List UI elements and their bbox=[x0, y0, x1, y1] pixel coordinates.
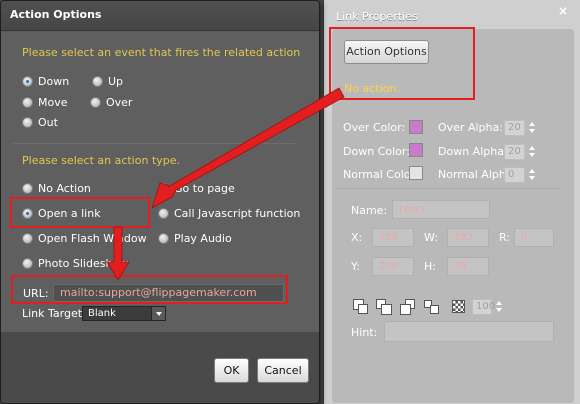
link-target-label: Link Target: bbox=[22, 307, 86, 320]
radio-label: Out bbox=[38, 116, 58, 129]
transparency-input[interactable]: 100 bbox=[472, 299, 495, 315]
action-options-button[interactable]: Action Options bbox=[344, 40, 429, 64]
w-label: W: bbox=[424, 231, 438, 244]
radio-icon bbox=[90, 97, 101, 108]
radio-label: No Action bbox=[38, 182, 91, 195]
radio-label: Down bbox=[38, 75, 70, 88]
radio-event-over[interactable]: Over bbox=[90, 96, 132, 109]
radio-label: Play Audio bbox=[174, 232, 232, 245]
hint-input[interactable] bbox=[384, 321, 554, 342]
normal-color-swatch[interactable] bbox=[409, 166, 423, 180]
chevron-down-icon[interactable] bbox=[151, 307, 165, 320]
radio-icon bbox=[158, 208, 169, 219]
radio-icon bbox=[158, 183, 169, 194]
normal-alpha-input[interactable]: 0 bbox=[504, 167, 525, 183]
cancel-button[interactable]: Cancel bbox=[257, 358, 309, 383]
transparency-icon bbox=[452, 300, 465, 313]
x-input[interactable]: 286 bbox=[372, 228, 414, 247]
link-properties-title: Link Properties bbox=[336, 10, 418, 23]
hint-label: Hint: bbox=[351, 326, 378, 339]
radio-event-out[interactable]: Out bbox=[22, 116, 58, 129]
radio-event-up[interactable]: Up bbox=[92, 75, 123, 88]
radio-label: Open Flash Window bbox=[38, 232, 147, 245]
dialog-title: Action Options bbox=[1, 1, 319, 31]
normal-alpha-stepper-icon[interactable] bbox=[529, 168, 536, 181]
radio-action-go-to-page[interactable]: Go to page bbox=[158, 182, 235, 195]
radio-action-play-audio[interactable]: Play Audio bbox=[158, 232, 232, 245]
radio-label: Move bbox=[38, 96, 68, 109]
name-label: Name: bbox=[351, 204, 388, 217]
bring-forward-icon[interactable] bbox=[400, 299, 415, 315]
down-alpha-input[interactable]: 20 bbox=[504, 144, 525, 160]
transparency-stepper-icon[interactable] bbox=[496, 300, 503, 313]
radio-icon bbox=[22, 233, 33, 244]
down-alpha-label: Down Alpha: bbox=[438, 145, 508, 158]
r-label: R: bbox=[499, 231, 511, 244]
radio-label: Call Javascript function bbox=[174, 207, 301, 220]
radio-event-move[interactable]: Move bbox=[22, 96, 68, 109]
action-status-text: No action. bbox=[344, 82, 400, 95]
h-label: H: bbox=[424, 260, 436, 273]
radio-action-no-action[interactable]: No Action bbox=[22, 182, 91, 195]
send-to-back-icon[interactable] bbox=[376, 299, 392, 315]
radio-action-open-link[interactable]: Open a link bbox=[22, 207, 101, 220]
down-alpha-stepper-icon[interactable] bbox=[529, 145, 536, 158]
properties-divider bbox=[335, 188, 559, 189]
radio-icon bbox=[22, 97, 33, 108]
down-color-label: Down Color: bbox=[343, 145, 410, 158]
over-alpha-stepper-icon[interactable] bbox=[529, 121, 536, 134]
h-input[interactable]: 38 bbox=[447, 257, 489, 276]
radio-action-open-flash-window[interactable]: Open Flash Window bbox=[22, 232, 147, 245]
down-color-swatch[interactable] bbox=[409, 143, 423, 157]
over-color-swatch[interactable] bbox=[409, 120, 423, 134]
over-color-label: Over Color: bbox=[343, 121, 406, 134]
name-input[interactable]: Link1 bbox=[392, 200, 490, 219]
over-alpha-input[interactable]: 20 bbox=[504, 120, 525, 136]
x-label: X: bbox=[351, 231, 363, 244]
w-input[interactable]: 282 bbox=[447, 228, 489, 247]
radio-label: Go to page bbox=[174, 182, 235, 195]
radio-label: Up bbox=[108, 75, 124, 88]
radio-icon bbox=[22, 208, 33, 219]
radio-action-call-javascript[interactable]: Call Javascript function bbox=[158, 207, 300, 220]
event-prompt: Please select an event that fires the re… bbox=[22, 46, 301, 59]
link-target-select[interactable]: Blank bbox=[82, 306, 166, 321]
link-target-value: Blank bbox=[88, 308, 116, 319]
normal-color-label: Normal Color: bbox=[343, 168, 419, 181]
radio-icon bbox=[92, 76, 103, 87]
radio-label: Over bbox=[106, 96, 133, 109]
section-divider bbox=[13, 143, 295, 144]
radio-event-down[interactable]: Down bbox=[22, 75, 69, 88]
radio-label: Photo Slideshow bbox=[38, 257, 129, 270]
action-options-dialog: Action Options Please select an event th… bbox=[0, 0, 320, 404]
y-input[interactable]: 200 bbox=[372, 257, 414, 276]
action-prompt: Please select an action type. bbox=[22, 154, 181, 167]
radio-action-photo-slideshow[interactable]: Photo Slideshow bbox=[22, 257, 128, 270]
radio-icon bbox=[22, 183, 33, 194]
radio-icon bbox=[22, 258, 33, 269]
close-icon[interactable]: × bbox=[558, 4, 568, 18]
r-input[interactable]: 0 bbox=[514, 228, 554, 247]
url-input[interactable]: mailto:support@flippagemaker.com bbox=[53, 284, 284, 302]
send-backward-icon[interactable] bbox=[424, 299, 439, 314]
radio-icon bbox=[22, 76, 33, 87]
radio-label: Open a link bbox=[38, 207, 101, 220]
over-alpha-label: Over Alpha: bbox=[438, 121, 503, 134]
url-label: URL: bbox=[23, 287, 49, 300]
y-label: Y: bbox=[351, 260, 360, 273]
ok-button[interactable]: OK bbox=[214, 358, 249, 383]
bring-to-front-icon[interactable] bbox=[353, 299, 368, 314]
radio-icon bbox=[22, 117, 33, 128]
radio-icon bbox=[158, 233, 169, 244]
